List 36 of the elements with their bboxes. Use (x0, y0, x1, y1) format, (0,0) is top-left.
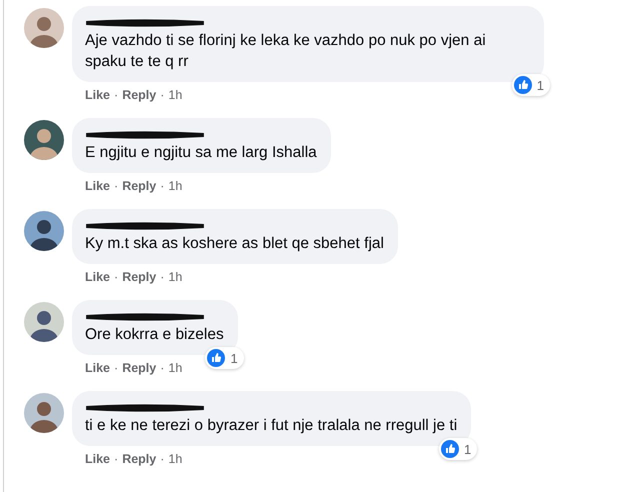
like-link[interactable]: Like (85, 88, 110, 102)
separator-dot: · (160, 452, 164, 466)
separator-dot: · (160, 88, 164, 102)
separator-dot: · (160, 361, 164, 375)
reply-link[interactable]: Reply (122, 361, 156, 375)
comment-time[interactable]: 1h (168, 361, 182, 375)
like-link[interactable]: Like (85, 452, 110, 466)
separator-dot: · (114, 270, 118, 284)
reply-link[interactable]: Reply (122, 179, 156, 193)
separator-dot: · (160, 270, 164, 284)
thumbs-up-icon (207, 349, 226, 367)
comment-text: E ngjitu e ngjitu sa me larg Ishalla (85, 143, 317, 163)
comment-time[interactable]: 1h (168, 270, 182, 284)
comment-time[interactable]: 1h (168, 452, 182, 466)
reaction-count[interactable]: 1 (512, 74, 550, 96)
separator-dot: · (160, 179, 164, 193)
separator-dot: · (114, 88, 118, 102)
thumbs-up-icon (440, 440, 459, 458)
reply-link[interactable]: Reply (122, 88, 156, 102)
like-link[interactable]: Like (85, 270, 110, 284)
reply-link[interactable]: Reply (122, 452, 156, 466)
comment-text: Ky m.t ska as koshere as blet qe sbehet fjal (85, 234, 384, 254)
comment-text: Ore kokrra e bizeles (85, 325, 224, 345)
comment-text: ti e ke ne terezi o byrazer i fut nje tralala ne rregull je ti (85, 416, 458, 436)
like-link[interactable]: Like (85, 361, 110, 375)
separator-dot: · (114, 361, 118, 375)
comment-time[interactable]: 1h (168, 179, 182, 193)
reply-link[interactable]: Reply (122, 270, 156, 284)
thumbs-up-icon (514, 76, 532, 94)
reaction-count[interactable]: 1 (205, 347, 244, 369)
reaction-count[interactable]: 1 (438, 438, 478, 460)
separator-dot: · (114, 452, 118, 466)
comment-text: Aje vazhdo ti se florinj ke leka ke vazhdo po nuk po vjen ai spaku te te q rr (85, 31, 487, 72)
like-link[interactable]: Like (85, 179, 110, 193)
separator-dot: · (114, 179, 118, 193)
comment-time[interactable]: 1h (168, 88, 182, 102)
